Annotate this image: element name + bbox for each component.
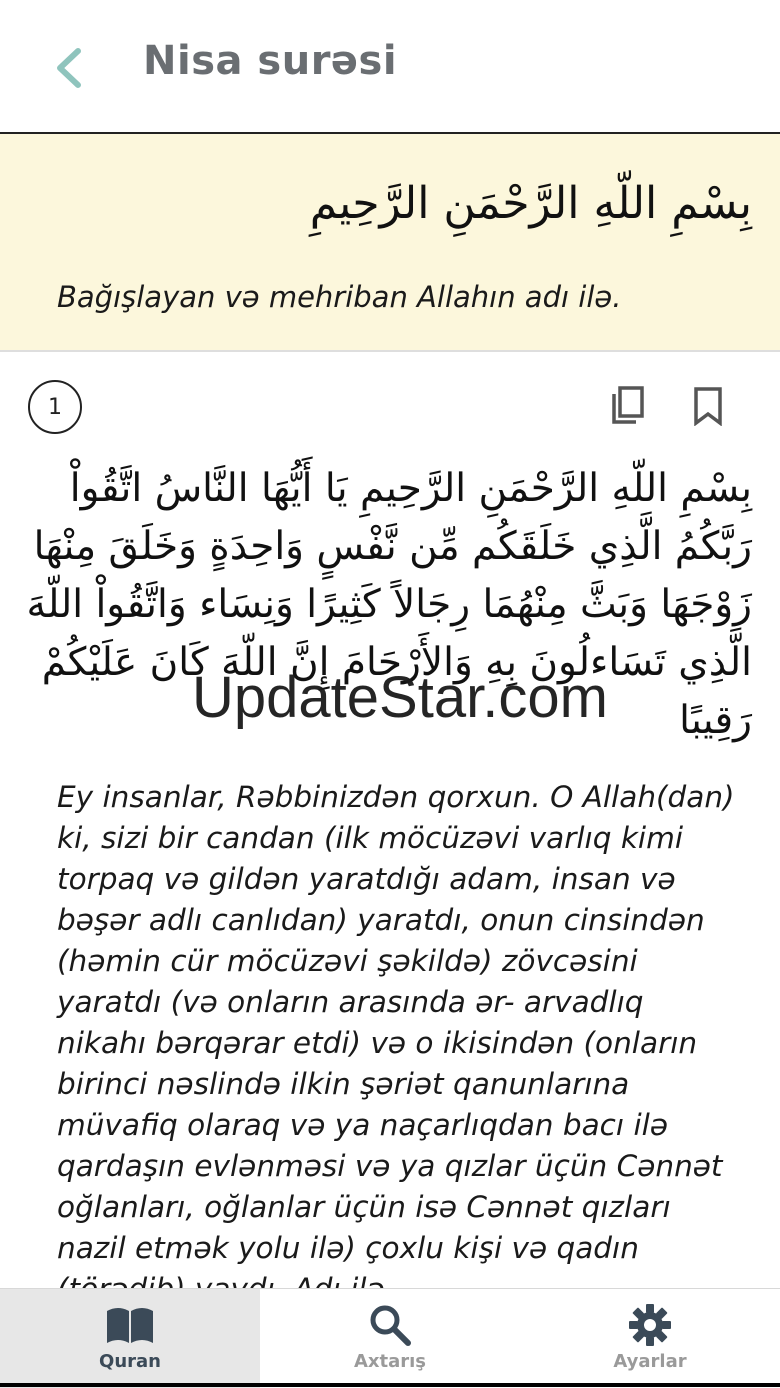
verse-translation: Ey insanlar, Rəbbinizdən qorxun. O Allah… [57,780,735,1288]
nav-item-search[interactable]: Axtarış [260,1289,520,1388]
nav-label-quran: Quran [99,1351,161,1372]
system-bar-strip [0,1383,780,1387]
nav-item-quran[interactable]: Quran [0,1289,260,1388]
bismillah-translation: Bağışlayan və mehriban Allahın adı ilə. [57,280,622,314]
gear-icon [629,1304,671,1346]
book-icon [107,1308,153,1343]
verse-number-badge: 1 [28,380,82,434]
copy-icon [612,386,644,424]
verse-arabic-text: بِسْمِ اللّهِ الرَّحْمَنِ الرَّحِيمِ يَا… [26,466,752,743]
copy-button[interactable] [604,382,652,430]
bismillah-banner: بِسْمِ اللّهِ الرَّحْمَنِ الرَّحِيمِ Bağ… [0,134,780,352]
top-app-bar: Nisa surəsi [0,0,780,134]
page-title: Nisa surəsi [143,38,398,84]
bookmark-icon [694,387,722,426]
verse-card: 1 بِسْمِ اللّهِ الرَّحْمَنِ الرَّحِيمِ ي… [0,352,780,1288]
bottom-navigation: Quran Axtarış Ayarlar [0,1288,780,1388]
nav-label-search: Axtarış [353,1351,427,1372]
nav-item-settings[interactable]: Ayarlar [520,1289,780,1388]
bookmark-button[interactable] [684,382,732,430]
bismillah-arabic-text: بِسْمِ اللّهِ الرَّحْمَنِ الرَّحِيمِ [309,178,752,229]
search-icon [370,1305,411,1346]
back-button[interactable] [40,40,96,96]
chevron-left-icon [57,48,81,88]
nav-label-settings: Ayarlar [613,1351,687,1372]
